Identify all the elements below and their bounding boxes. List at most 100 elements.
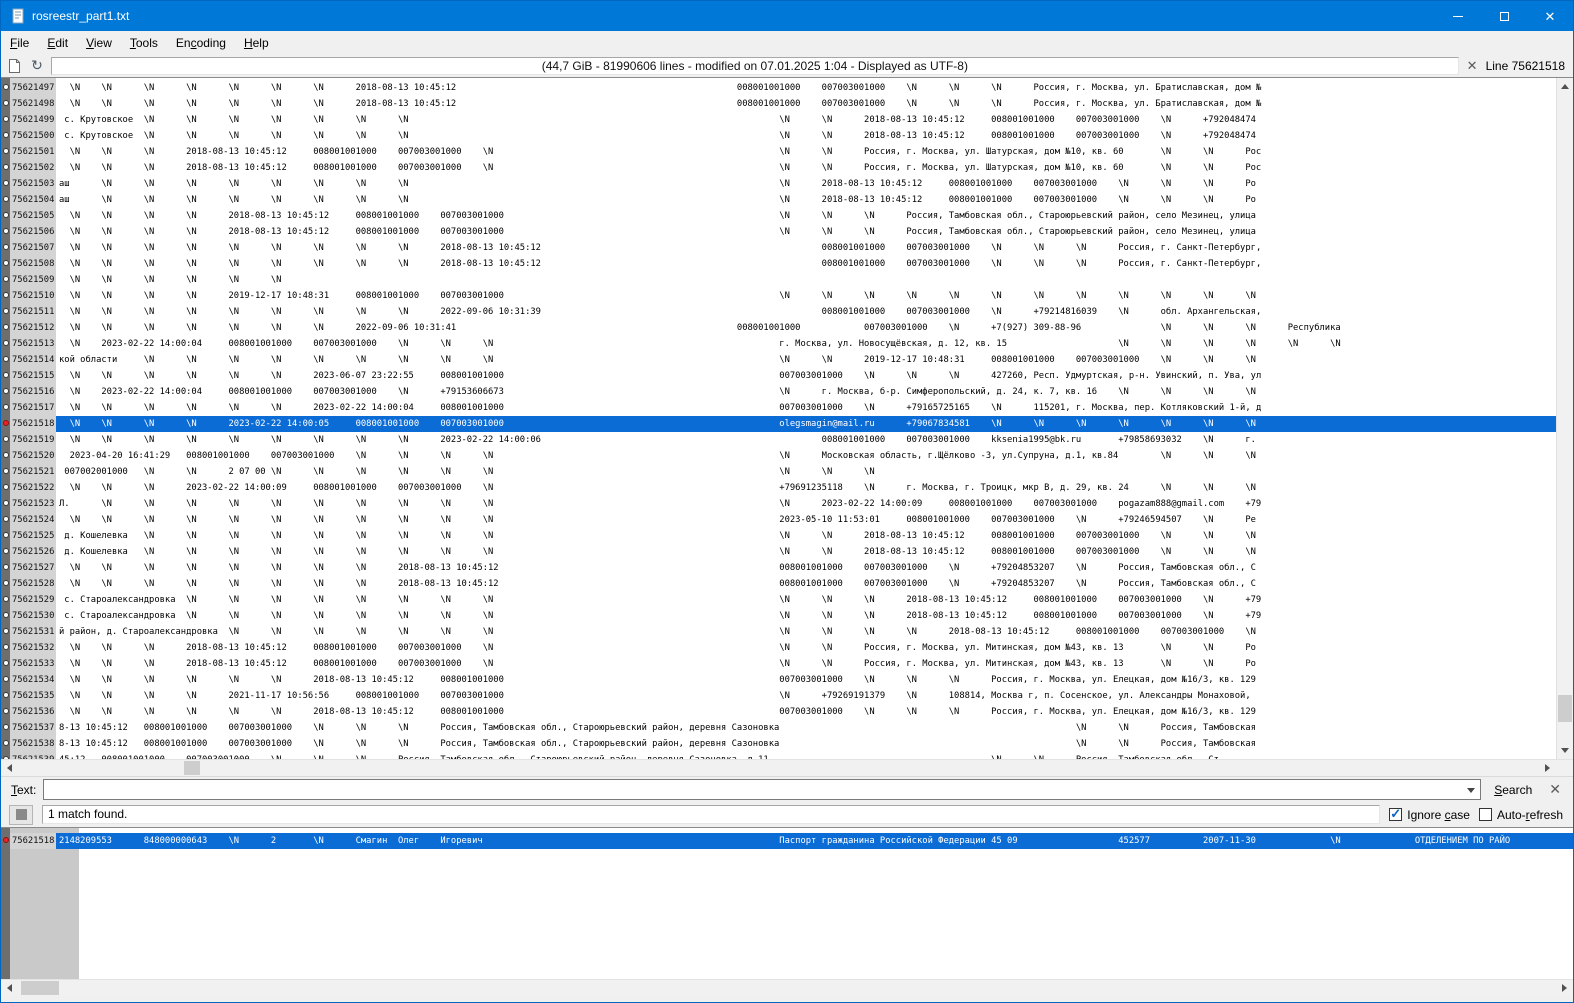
line-bullet-icon[interactable]: [1, 176, 10, 192]
log-line-75621523[interactable]: 75621523Л. \N \N \N \N \N \N \N \N \N \N…: [1, 496, 1573, 512]
filtered-scroll-left-arrow[interactable]: [1, 980, 18, 996]
log-line-75621500[interactable]: 75621500 с. Крутовское \N \N \N \N \N \N…: [1, 128, 1573, 144]
line-bullet-icon[interactable]: [1, 240, 10, 256]
scroll-up-arrow[interactable]: [1557, 78, 1573, 95]
menu-tools[interactable]: Tools: [121, 33, 167, 53]
log-line-75621498[interactable]: 75621498 \N \N \N \N \N \N \N 2018-08-13…: [1, 96, 1573, 112]
log-line-75621504[interactable]: 75621504аш \N \N \N \N \N \N \N \N \N 20…: [1, 192, 1573, 208]
log-line-75621506[interactable]: 75621506 \N \N \N \N 2018-08-13 10:45:12…: [1, 224, 1573, 240]
ignore-case-checkbox[interactable]: [1389, 808, 1402, 821]
vertical-scroll-track[interactable]: [1557, 95, 1573, 742]
line-bullet-icon[interactable]: [1, 304, 10, 320]
line-bullet-icon[interactable]: [1, 384, 10, 400]
auto-refresh-option[interactable]: Auto-refresh: [1479, 808, 1563, 822]
log-line-75621536[interactable]: 75621536 \N \N \N \N \N \N 2018-08-13 10…: [1, 704, 1573, 720]
clear-line-icon[interactable]: ✕: [1464, 58, 1481, 74]
log-line-75621538[interactable]: 756215388-13 10:45:12 008001001000 00700…: [1, 736, 1573, 752]
filtered-horizontal-scrollbar[interactable]: [1, 979, 1573, 996]
log-line-75621511[interactable]: 75621511 \N \N \N \N \N \N \N \N \N 2022…: [1, 304, 1573, 320]
horizontal-scroll-track[interactable]: [18, 760, 1539, 776]
log-line-75621497[interactable]: 75621497 \N \N \N \N \N \N \N 2018-08-13…: [1, 80, 1573, 96]
menu-edit[interactable]: Edit: [38, 33, 77, 53]
maximize-button[interactable]: [1481, 1, 1527, 31]
log-line-75621514[interactable]: 75621514кой области \N \N \N \N \N \N \N…: [1, 352, 1573, 368]
log-line-75621517[interactable]: 75621517 \N \N \N \N \N \N 2023-02-22 14…: [1, 400, 1573, 416]
line-bullet-icon[interactable]: [1, 496, 10, 512]
main-horizontal-scrollbar[interactable]: [1, 759, 1573, 776]
search-button[interactable]: Search: [1488, 781, 1538, 799]
log-line-75621531[interactable]: 75621531й район, д. Староалександровка \…: [1, 624, 1573, 640]
stop-search-button[interactable]: [9, 805, 33, 825]
log-line-75621534[interactable]: 75621534 \N \N \N \N \N \N 2018-08-13 10…: [1, 672, 1573, 688]
line-bullet-icon[interactable]: [1, 528, 10, 544]
line-bullet-icon[interactable]: [1, 656, 10, 672]
close-button[interactable]: ✕: [1527, 1, 1573, 31]
filtered-log-view[interactable]: 756215182148209553 848000000643 \N 2 \N …: [1, 827, 1573, 979]
close-search-icon[interactable]: ✕: [1545, 781, 1565, 798]
line-bullet-icon[interactable]: [1, 320, 10, 336]
line-bullet-icon[interactable]: [1, 352, 10, 368]
line-bullet-icon[interactable]: [1, 720, 10, 736]
filtered-horizontal-scroll-track[interactable]: [18, 980, 1556, 996]
search-input[interactable]: Смагин Олег Игоревич: [43, 779, 1481, 800]
log-line-75621529[interactable]: 75621529 с. Староалександровка \N \N \N …: [1, 592, 1573, 608]
line-bullet-icon[interactable]: [1, 288, 10, 304]
log-line-75621510[interactable]: 75621510 \N \N \N \N 2019-12-17 10:48:31…: [1, 288, 1573, 304]
line-bullet-icon[interactable]: [1, 224, 10, 240]
line-bullet-icon[interactable]: [1, 752, 10, 759]
line-bullet-icon[interactable]: [1, 592, 10, 608]
scroll-right-arrow[interactable]: [1539, 760, 1556, 776]
line-bullet-icon[interactable]: [1, 464, 10, 480]
line-bullet-icon[interactable]: [1, 272, 10, 288]
reload-icon[interactable]: ↻: [28, 57, 46, 75]
menu-help[interactable]: Help: [235, 33, 278, 53]
marked-bullet-icon[interactable]: [1, 416, 10, 432]
log-line-75621535[interactable]: 75621535 \N \N \N \N 2021-11-17 10:56:56…: [1, 688, 1573, 704]
log-line-75621522[interactable]: 75621522 \N \N \N 2023-02-22 14:00:09 00…: [1, 480, 1573, 496]
line-bullet-icon[interactable]: [1, 144, 10, 160]
line-bullet-icon[interactable]: [1, 112, 10, 128]
log-line-75621518[interactable]: 75621518 \N \N \N \N 2023-02-22 14:00:05…: [1, 416, 1573, 432]
line-bullet-icon[interactable]: [1, 560, 10, 576]
log-line-75621509[interactable]: 75621509 \N \N \N \N \N \N: [1, 272, 1573, 288]
log-line-75621524[interactable]: 75621524 \N \N \N \N \N \N \N \N \N \N \…: [1, 512, 1573, 528]
line-bullet-icon[interactable]: [1, 256, 10, 272]
line-bullet-icon[interactable]: [1, 544, 10, 560]
line-bullet-icon[interactable]: [1, 576, 10, 592]
log-line-75621505[interactable]: 75621505 \N \N \N \N 2018-08-13 10:45:12…: [1, 208, 1573, 224]
line-bullet-icon[interactable]: [1, 160, 10, 176]
open-file-icon[interactable]: [5, 57, 23, 75]
log-line-75621539[interactable]: 7562153945:12 008001001000 007003001000 …: [1, 752, 1573, 759]
filtered-horizontal-scroll-thumb[interactable]: [21, 981, 59, 995]
auto-refresh-checkbox[interactable]: [1479, 808, 1492, 821]
line-bullet-icon[interactable]: [1, 704, 10, 720]
line-bullet-icon[interactable]: [1, 480, 10, 496]
scroll-left-arrow[interactable]: [1, 760, 18, 776]
log-line-75621519[interactable]: 75621519 \N \N \N \N \N \N \N \N \N 2023…: [1, 432, 1573, 448]
log-line-75621533[interactable]: 75621533 \N \N \N 2018-08-13 10:45:12 00…: [1, 656, 1573, 672]
chevron-down-icon[interactable]: [1467, 788, 1475, 793]
log-line-75621518[interactable]: 756215182148209553 848000000643 \N 2 \N …: [1, 833, 1573, 849]
filtered-scroll-right-arrow[interactable]: [1556, 980, 1573, 996]
menu-file[interactable]: File: [1, 33, 38, 53]
line-bullet-icon[interactable]: [1, 640, 10, 656]
line-bullet-icon[interactable]: [1, 336, 10, 352]
line-bullet-icon[interactable]: [1, 432, 10, 448]
log-line-75621537[interactable]: 756215378-13 10:45:12 008001001000 00700…: [1, 720, 1573, 736]
line-bullet-icon[interactable]: [1, 512, 10, 528]
line-bullet-icon[interactable]: [1, 96, 10, 112]
log-line-75621530[interactable]: 75621530 с. Староалександровка \N \N \N …: [1, 608, 1573, 624]
log-line-75621499[interactable]: 75621499 с. Крутовское \N \N \N \N \N \N…: [1, 112, 1573, 128]
line-bullet-icon[interactable]: [1, 448, 10, 464]
vertical-scroll-thumb[interactable]: [1558, 695, 1572, 722]
menu-view[interactable]: View: [77, 33, 121, 53]
log-line-75621507[interactable]: 75621507 \N \N \N \N \N \N \N \N \N 2018…: [1, 240, 1573, 256]
log-line-75621515[interactable]: 75621515 \N \N \N \N \N \N 2023-06-07 23…: [1, 368, 1573, 384]
line-bullet-icon[interactable]: [1, 736, 10, 752]
main-log-view[interactable]: 75621497 \N \N \N \N \N \N \N 2018-08-13…: [1, 77, 1573, 759]
line-bullet-icon[interactable]: [1, 672, 10, 688]
vertical-scrollbar[interactable]: [1556, 78, 1573, 759]
log-line-75621508[interactable]: 75621508 \N \N \N \N \N \N \N \N \N 2018…: [1, 256, 1573, 272]
log-line-75621527[interactable]: 75621527 \N \N \N \N \N \N \N \N 2018-08…: [1, 560, 1573, 576]
log-line-75621528[interactable]: 75621528 \N \N \N \N \N \N \N \N 2018-08…: [1, 576, 1573, 592]
